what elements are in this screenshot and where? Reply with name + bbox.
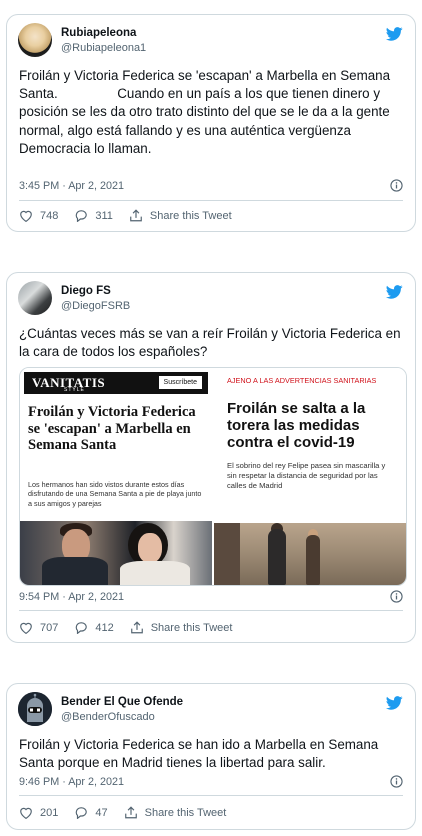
article-photo [214, 523, 406, 585]
reply-button[interactable]: 47 [74, 806, 108, 819]
twitter-bird-icon[interactable] [386, 27, 403, 41]
author-handle[interactable]: @Rubiapeleona1 [61, 42, 146, 54]
media-image-vanitatis[interactable]: VANITATIS STYLE Suscríbete Froilán y Vic… [20, 368, 212, 585]
tweet-card-2: Diego FS @DiegoFSRB ¿Cuántas veces más s… [6, 272, 416, 643]
reply-button[interactable]: 311 [74, 209, 113, 222]
like-button[interactable]: 748 [19, 209, 58, 222]
divider [19, 610, 403, 611]
reply-count: 47 [95, 806, 108, 819]
like-count: 201 [40, 806, 59, 819]
share-button[interactable]: Share this Tweet [129, 209, 232, 222]
article-kicker: AJENO A LAS ADVERTENCIAS SANITARIAS [227, 376, 377, 385]
divider [19, 200, 403, 201]
info-icon[interactable] [390, 179, 403, 192]
tweet-actions: 201 47 Share this Tweet [19, 806, 242, 819]
heart-icon [20, 210, 32, 222]
reply-icon [76, 807, 88, 819]
share-label: Share this Tweet [150, 621, 233, 634]
heart-icon [20, 622, 32, 634]
twitter-bird-icon[interactable] [386, 285, 403, 299]
author-name[interactable]: Bender El Que Ofende [61, 696, 183, 708]
heart-icon [20, 807, 32, 819]
like-count: 748 [40, 209, 59, 222]
like-count: 707 [40, 621, 59, 634]
avatar[interactable] [18, 281, 52, 315]
subscribe-button: Suscríbete [158, 376, 202, 389]
timestamp[interactable]: 3:45 PM · Apr 2, 2021 [19, 180, 124, 192]
vanitatis-logo-sub: STYLE [64, 387, 85, 393]
avatar[interactable] [18, 23, 52, 57]
avatar[interactable] [18, 692, 52, 726]
reply-count: 412 [95, 621, 114, 634]
share-icon [130, 621, 143, 634]
article-headline: Froilán y Victoria Federica se 'escapan'… [28, 404, 196, 453]
tweet-card-3: Bender El Que Ofende @BenderOfuscado Fro… [6, 683, 416, 830]
tweet-text: ¿Cuántas veces más se van a reír Froilán… [19, 326, 405, 360]
twitter-bird-icon[interactable] [386, 696, 403, 710]
share-label: Share this Tweet [144, 806, 227, 819]
reply-button[interactable]: 412 [74, 621, 114, 634]
media-image-news[interactable]: AJENO A LAS ADVERTENCIAS SANITARIAS Froi… [214, 368, 406, 585]
share-icon [124, 806, 137, 819]
tweet-media[interactable]: VANITATIS STYLE Suscríbete Froilán y Vic… [19, 367, 407, 586]
tweet-actions: 748 311 Share this Tweet [19, 209, 248, 222]
reply-count: 311 [95, 209, 113, 222]
tweet-actions: 707 412 Share this Tweet [19, 621, 248, 634]
timestamp[interactable]: 9:46 PM · Apr 2, 2021 [19, 776, 124, 788]
vanitatis-header: VANITATIS STYLE Suscríbete [24, 372, 208, 394]
info-icon[interactable] [390, 590, 403, 603]
reply-icon [76, 622, 88, 634]
article-photo [20, 521, 212, 585]
article-lede: Los hermanos han sido vistos durante est… [28, 480, 202, 508]
author-handle[interactable]: @DiegoFSRB [61, 300, 130, 312]
share-button[interactable]: Share this Tweet [124, 806, 227, 819]
author-handle[interactable]: @BenderOfuscado [61, 711, 155, 723]
robot-avatar-icon [18, 692, 52, 726]
tweet-text: Froilán y Victoria Federica se han ido a… [19, 737, 382, 771]
reply-icon [76, 210, 88, 222]
share-icon [130, 209, 142, 222]
author-name[interactable]: Diego FS [61, 285, 111, 297]
article-lede: El sobrino del rey Felipe pasea sin masc… [227, 461, 386, 490]
tweet-card-1: Rubiapeleona @Rubiapeleona1 Froilán y Vi… [6, 14, 416, 232]
article-headline: Froilán se salta a la torera las medidas… [227, 400, 366, 451]
info-icon[interactable] [390, 775, 403, 788]
like-button[interactable]: 707 [19, 621, 58, 634]
author-name[interactable]: Rubiapeleona [61, 27, 136, 39]
tweet-text: Froilán y Victoria Federica se 'escapan'… [19, 68, 391, 156]
like-button[interactable]: 201 [19, 806, 58, 819]
timestamp[interactable]: 9:54 PM · Apr 2, 2021 [19, 591, 124, 603]
divider [19, 795, 403, 796]
share-label: Share this Tweet [149, 209, 232, 222]
share-button[interactable]: Share this Tweet [130, 621, 233, 634]
